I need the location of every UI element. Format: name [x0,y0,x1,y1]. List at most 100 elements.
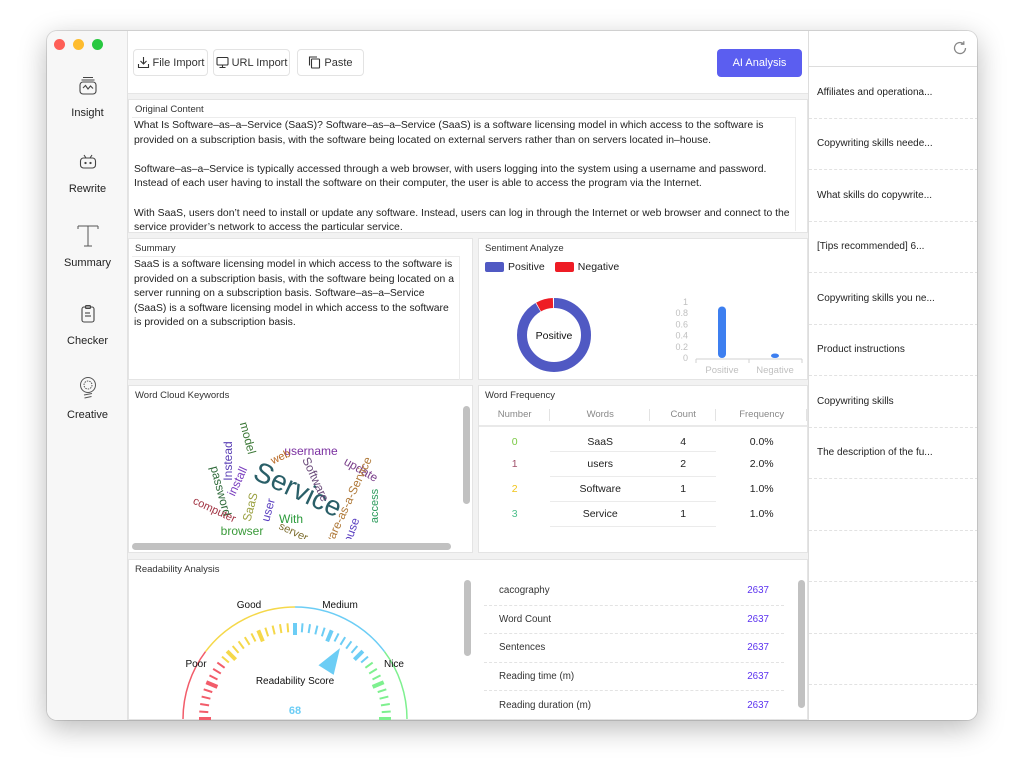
close-window-button[interactable] [54,39,65,50]
download-icon [137,57,149,69]
history-item[interactable] [809,479,977,531]
gauge-label-poor: Poor [185,659,207,670]
word-frequency-panel: Word Frequency Number Words Count Freque… [478,385,808,553]
panel-title: Original Content [135,104,204,115]
gauge-tick [364,661,374,669]
history-item[interactable]: [Tips recommended] 6... [809,222,977,273]
table-row[interactable]: 3 Service 1 1.0% [479,501,807,527]
refresh-icon[interactable] [952,40,968,56]
history-item[interactable]: Copywriting skills you ne... [809,273,977,325]
cell-number: 2 [511,482,518,495]
bar-negative [771,353,779,358]
gauge-tick [380,702,390,707]
gauge-tick [209,674,218,681]
cell-word: SaaS [550,426,651,452]
table-row[interactable]: 2 Software 1 1.0% [479,476,807,502]
url-import-label[interactable]: URL Import [232,57,288,69]
history-item[interactable]: The description of the fu... [809,428,977,479]
stat-row: Reading duration (m) 2637 [484,691,784,720]
vertical-scrollbar[interactable] [463,406,470,504]
original-content-text[interactable]: What Is Software–as–a–Service (SaaS)? So… [132,117,796,231]
gauge-tick [256,629,265,643]
stat-value: 2637 [747,613,769,625]
text-t-icon [75,223,101,249]
cell-word: Software [550,476,651,502]
cell-word: users [550,451,651,477]
sidebar-item-summary[interactable]: Summary [47,223,128,269]
sidebar-item-rewrite[interactable]: Rewrite [47,149,128,195]
gauge-tick [381,710,391,714]
history-item[interactable] [809,531,977,582]
gauge-tick [379,695,389,700]
horizontal-scrollbar[interactable] [132,543,451,550]
history-item[interactable]: Copywriting skills neede... [809,119,977,170]
gauge-tick [377,688,387,694]
ai-analysis-button[interactable]: AI Analysis [717,49,802,77]
history-item[interactable]: Copywriting skills [809,376,977,428]
cell-number: 0 [511,436,518,448]
history-item[interactable]: What skills do copywrite... [809,170,977,222]
cell-count: 1 [650,501,717,527]
y-tick-label: 0 [683,353,688,363]
gauge-tick [345,640,353,650]
cell-count: 2 [650,451,717,477]
sidebar-item-label: Summary [63,257,112,269]
stat-row: Word Count 2637 [484,606,784,635]
column-header-words[interactable]: Words [550,404,651,427]
gauge-tick [325,629,334,643]
stat-label: cacography [499,585,550,597]
sidebar-item-checker[interactable]: Checker [47,301,128,347]
stat-label: Sentences [499,642,546,654]
gauge-scrollbar[interactable] [464,580,471,656]
stat-row: Sentences 2637 [484,634,784,663]
table-row[interactable]: 1 users 2 2.0% [479,451,807,477]
gauge-tick [352,649,365,662]
stat-label: Reading duration (m) [499,699,592,711]
gauge-tick [350,645,359,654]
gauge-tick [237,640,245,650]
panel-title: Word Cloud Keywords [135,390,230,401]
y-tick-label: 0.4 [675,331,688,341]
history-item[interactable]: Affiliates and operationa... [809,67,977,119]
column-header-frequency[interactable]: Frequency [716,404,807,427]
gauge-tick [199,710,209,714]
gauge-tick [250,633,257,642]
gauge-tick [286,623,290,633]
cell-count: 1 [650,476,717,502]
url-import-button[interactable]: URL Import [213,49,290,76]
clipboard-icon [75,301,101,327]
zoom-window-button[interactable] [92,39,103,50]
x-tick-label: Positive [705,365,738,376]
toolbar: File Import URL Import Paste AI Analysis [128,31,808,94]
robot-icon [75,149,101,175]
word-cloud-panel: Word Cloud Keywords Service username updat… [128,385,473,553]
paste-button[interactable]: Paste [297,49,364,76]
gauge-tick [320,627,326,637]
sidebar-item-insight[interactable]: Insight [47,73,128,119]
file-import-button[interactable]: File Import [133,49,208,76]
history-item[interactable] [809,634,977,685]
minimize-window-button[interactable] [73,39,84,50]
readability-gauge: Good Medium Poor Nice Readability Score … [182,600,408,720]
stat-value: 2637 [747,671,769,683]
stat-value: 2637 [747,642,769,654]
file-import-label: File Import [152,56,205,69]
column-header-number[interactable]: Number [479,404,551,427]
gauge-tick [243,636,251,646]
history-item[interactable] [809,582,977,634]
stats-scrollbar[interactable] [798,580,805,708]
column-header-count[interactable]: Count [650,404,717,427]
table-row[interactable]: 0 SaaS 4 0.0% [479,426,807,452]
panel-title: Word Frequency [485,390,556,401]
history-item[interactable]: Product instructions [809,325,977,376]
paste-label: Paste [324,56,353,69]
cell-frequency: 0.0% [749,436,774,448]
table-header: Number Words Count Frequency [479,404,807,427]
word-cloud-svg: ServiceusernameupdatemodelInsteadinstall… [191,420,381,539]
gauge-tick [314,625,319,635]
gauge-tick [200,702,210,707]
summary-text[interactable]: SaaS is a software licensing model in wh… [132,256,460,380]
sentiment-panel: Sentiment Analyze Positive Negative Posi… [478,238,808,380]
sidebar-item-creative[interactable]: Creative [47,375,128,421]
word-cloud-word: user [258,497,278,523]
